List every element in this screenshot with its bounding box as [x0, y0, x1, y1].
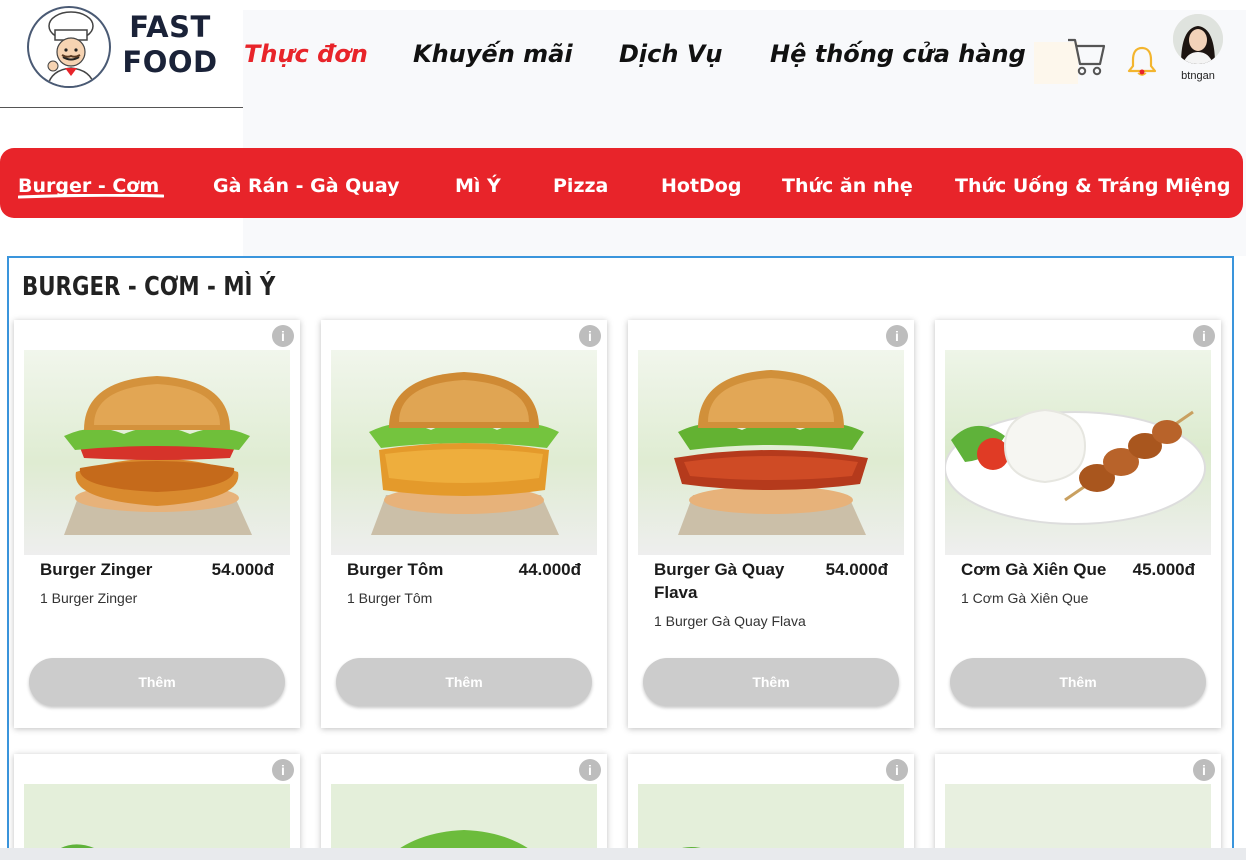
add-button[interactable]: Thêm	[336, 658, 592, 706]
nav-stores[interactable]: Hệ thống cửa hàng	[770, 34, 1026, 74]
info-icon[interactable]: i	[272, 325, 294, 347]
product-card: i Burger Tôm 44.000đ 1 Burger Tôm Thêm	[321, 320, 607, 728]
product-card: i Burger Zinger 54.000đ 1 Burger Zinger	[14, 320, 300, 728]
product-card: i	[935, 754, 1221, 860]
product-card: i	[14, 754, 300, 860]
brand-line-2: FOOD	[122, 45, 218, 79]
product-price: 45.000đ	[1132, 560, 1195, 579]
product-description: 1 Cơm Gà Xiên Que	[961, 590, 1089, 606]
product-card: i Cơm Gà Xiên Que 45.000đ 1 Cơm Gà Xiên …	[935, 320, 1221, 728]
product-price: 54.000đ	[211, 560, 274, 579]
product-description: 1 Burger Tôm	[347, 590, 433, 606]
chef-logo-icon[interactable]	[27, 6, 111, 88]
info-icon[interactable]: i	[886, 759, 908, 781]
category-snacks[interactable]: Thức ăn nhẹ	[782, 148, 913, 218]
horizontal-scrollbar[interactable]	[0, 848, 1246, 860]
info-icon[interactable]: i	[1193, 759, 1215, 781]
info-icon[interactable]: i	[886, 325, 908, 347]
product-description: 1 Burger Gà Quay Flava	[654, 613, 806, 629]
category-bar: Burger - Cơm Gà Rán - Gà Quay Mì Ý Pizza…	[0, 148, 1243, 218]
page: FAST FOOD Thực đơn Khuyến mãi Dịch Vụ Hệ…	[0, 0, 1246, 860]
cart-icon[interactable]	[1066, 34, 1106, 78]
product-card: i	[628, 754, 914, 860]
info-icon[interactable]: i	[579, 325, 601, 347]
product-price: 54.000đ	[825, 560, 888, 579]
nav-promotions[interactable]: Khuyến mãi	[413, 34, 573, 74]
product-name: Burger Tôm	[347, 560, 444, 579]
nav-services[interactable]: Dịch Vụ	[619, 34, 722, 74]
product-card: i Burger Gà Quay Flava 54.000đ 1 Burger …	[628, 320, 914, 728]
product-name: Burger Zinger	[40, 560, 153, 579]
category-drinks-desserts[interactable]: Thức Uống & Tráng Miệng	[955, 148, 1231, 218]
category-burger-rice[interactable]: Burger - Cơm	[18, 148, 159, 218]
product-photo	[24, 350, 290, 555]
product-photo	[331, 350, 597, 555]
category-fried-chicken[interactable]: Gà Rán - Gà Quay	[213, 148, 399, 218]
product-photo	[945, 350, 1211, 555]
product-price: 44.000đ	[518, 560, 581, 579]
product-description: 1 Burger Zinger	[40, 590, 138, 606]
product-name: Burger Gà Quay Flava	[654, 560, 785, 602]
info-icon[interactable]: i	[579, 759, 601, 781]
info-icon[interactable]: i	[272, 759, 294, 781]
product-name: Cơm Gà Xiên Que	[961, 560, 1107, 579]
brand-name: FAST FOOD	[122, 10, 218, 80]
category-pasta[interactable]: Mì Ý	[455, 148, 501, 218]
section-title: BURGER - CƠM - MÌ Ý	[22, 272, 276, 302]
add-button[interactable]: Thêm	[950, 658, 1206, 706]
nav-menu[interactable]: Thực đơn	[244, 34, 368, 74]
add-button[interactable]: Thêm	[643, 658, 899, 706]
username: btngan	[1181, 70, 1215, 82]
notification-bell-icon[interactable]	[1126, 44, 1158, 78]
brand-line-1: FAST	[129, 10, 211, 44]
category-hotdog[interactable]: HotDog	[661, 148, 741, 218]
product-photo	[638, 350, 904, 555]
menu-section: BURGER - CƠM - MÌ Ý i Burger Zinger 54.0…	[7, 256, 1234, 860]
avatar[interactable]	[1173, 14, 1223, 64]
header: FAST FOOD Thực đơn Khuyến mãi Dịch Vụ Hệ…	[0, 0, 1246, 108]
info-icon[interactable]: i	[1193, 325, 1215, 347]
product-card: i	[321, 754, 607, 860]
category-pizza[interactable]: Pizza	[553, 148, 608, 218]
active-category-underline	[18, 194, 164, 199]
add-button[interactable]: Thêm	[29, 658, 285, 706]
